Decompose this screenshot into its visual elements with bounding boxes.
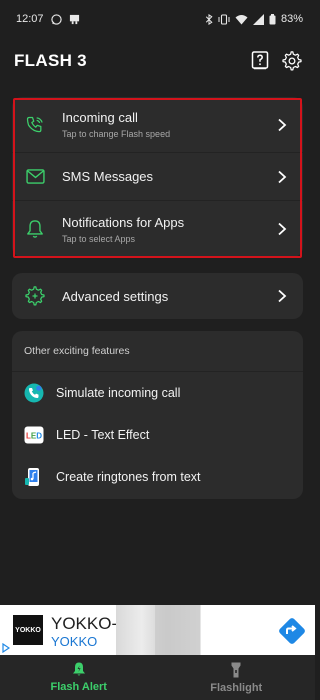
led-icon: LED [24, 425, 44, 445]
incoming-call-subtitle: Tap to change Flash speed [62, 129, 171, 139]
ad-banner[interactable]: YOKKO YOKKO- YOKKO [0, 605, 315, 655]
battery-icon [269, 13, 276, 25]
tab-flash-alert[interactable]: Flash Alert [0, 655, 158, 700]
simulate-call-item[interactable]: Simulate incoming call [12, 372, 303, 414]
other-features-heading: Other exciting features [12, 331, 303, 372]
tab-flashlight-label: Flashlight [210, 681, 263, 694]
battery-percent: 83% [280, 13, 303, 25]
whatsapp-icon [50, 13, 62, 25]
bell-icon [24, 218, 46, 240]
vibrate-icon [218, 13, 230, 25]
led-text-label: LED - Text Effect [56, 428, 150, 442]
ad-image-blurred-part [155, 605, 200, 655]
gear-icon [282, 51, 302, 71]
advanced-settings-card: Advanced settings [12, 273, 303, 319]
svg-text:LED: LED [26, 432, 42, 441]
tab-flash-alert-label: Flash Alert [50, 681, 107, 693]
incoming-call-title: Incoming call [62, 110, 138, 125]
phone-ringing-icon [24, 114, 46, 136]
help-button[interactable] [249, 50, 271, 72]
chevron-right-icon [278, 289, 287, 303]
chevron-right-icon [278, 222, 287, 236]
chevron-right-icon [278, 118, 287, 131]
simulate-call-icon [24, 383, 44, 403]
bluetooth-icon [205, 13, 213, 25]
help-icon [251, 51, 269, 70]
incoming-call-row[interactable]: Incoming call Tap to change Flash speed [12, 97, 303, 153]
status-bar: 12:07 83% [0, 0, 315, 38]
settings-button[interactable] [281, 50, 303, 72]
ad-logo: YOKKO [13, 615, 43, 645]
sms-messages-row[interactable]: SMS Messages [12, 153, 303, 201]
other-features-card: Other exciting features Simulate incomin… [12, 331, 303, 499]
signal-icon [252, 13, 264, 25]
ringtone-icon [24, 467, 44, 487]
bell-icon [72, 662, 85, 676]
directions-icon[interactable] [277, 616, 307, 646]
app-notifications-row[interactable]: Notifications for Apps Tap to select App… [12, 201, 303, 257]
wifi-icon [235, 14, 248, 25]
notification-icon [69, 14, 80, 25]
ad-choices-icon[interactable] [2, 643, 10, 653]
flashlight-icon [231, 662, 241, 677]
alert-types-card: Incoming call Tap to change Flash speed … [12, 97, 303, 257]
advanced-settings-row[interactable]: Advanced settings [12, 273, 303, 319]
ringtone-item[interactable]: Create ringtones from text [12, 456, 303, 498]
advanced-settings-icon [24, 285, 46, 307]
bottom-nav: Flash Alert Flashlight [0, 655, 315, 700]
tab-flashlight[interactable]: Flashlight [158, 655, 316, 700]
advanced-settings-label: Advanced settings [62, 288, 169, 304]
app-notifications-title: Notifications for Apps [62, 214, 185, 230]
envelope-icon [24, 166, 46, 188]
status-time: 12:07 [16, 13, 44, 25]
app-header: FLASH 3 [0, 45, 315, 77]
app-title: FLASH 3 [14, 51, 87, 70]
chevron-right-icon [278, 170, 287, 183]
simulate-call-label: Simulate incoming call [56, 386, 181, 400]
ad-subtitle: YOKKO [51, 634, 98, 649]
sms-messages-title: SMS Messages [62, 169, 154, 184]
ringtone-label: Create ringtones from text [56, 470, 201, 484]
ad-title: YOKKO- [51, 614, 118, 633]
led-text-item[interactable]: LED LED - Text Effect [12, 414, 303, 456]
app-notifications-subtitle: Tap to select Apps [62, 233, 136, 244]
